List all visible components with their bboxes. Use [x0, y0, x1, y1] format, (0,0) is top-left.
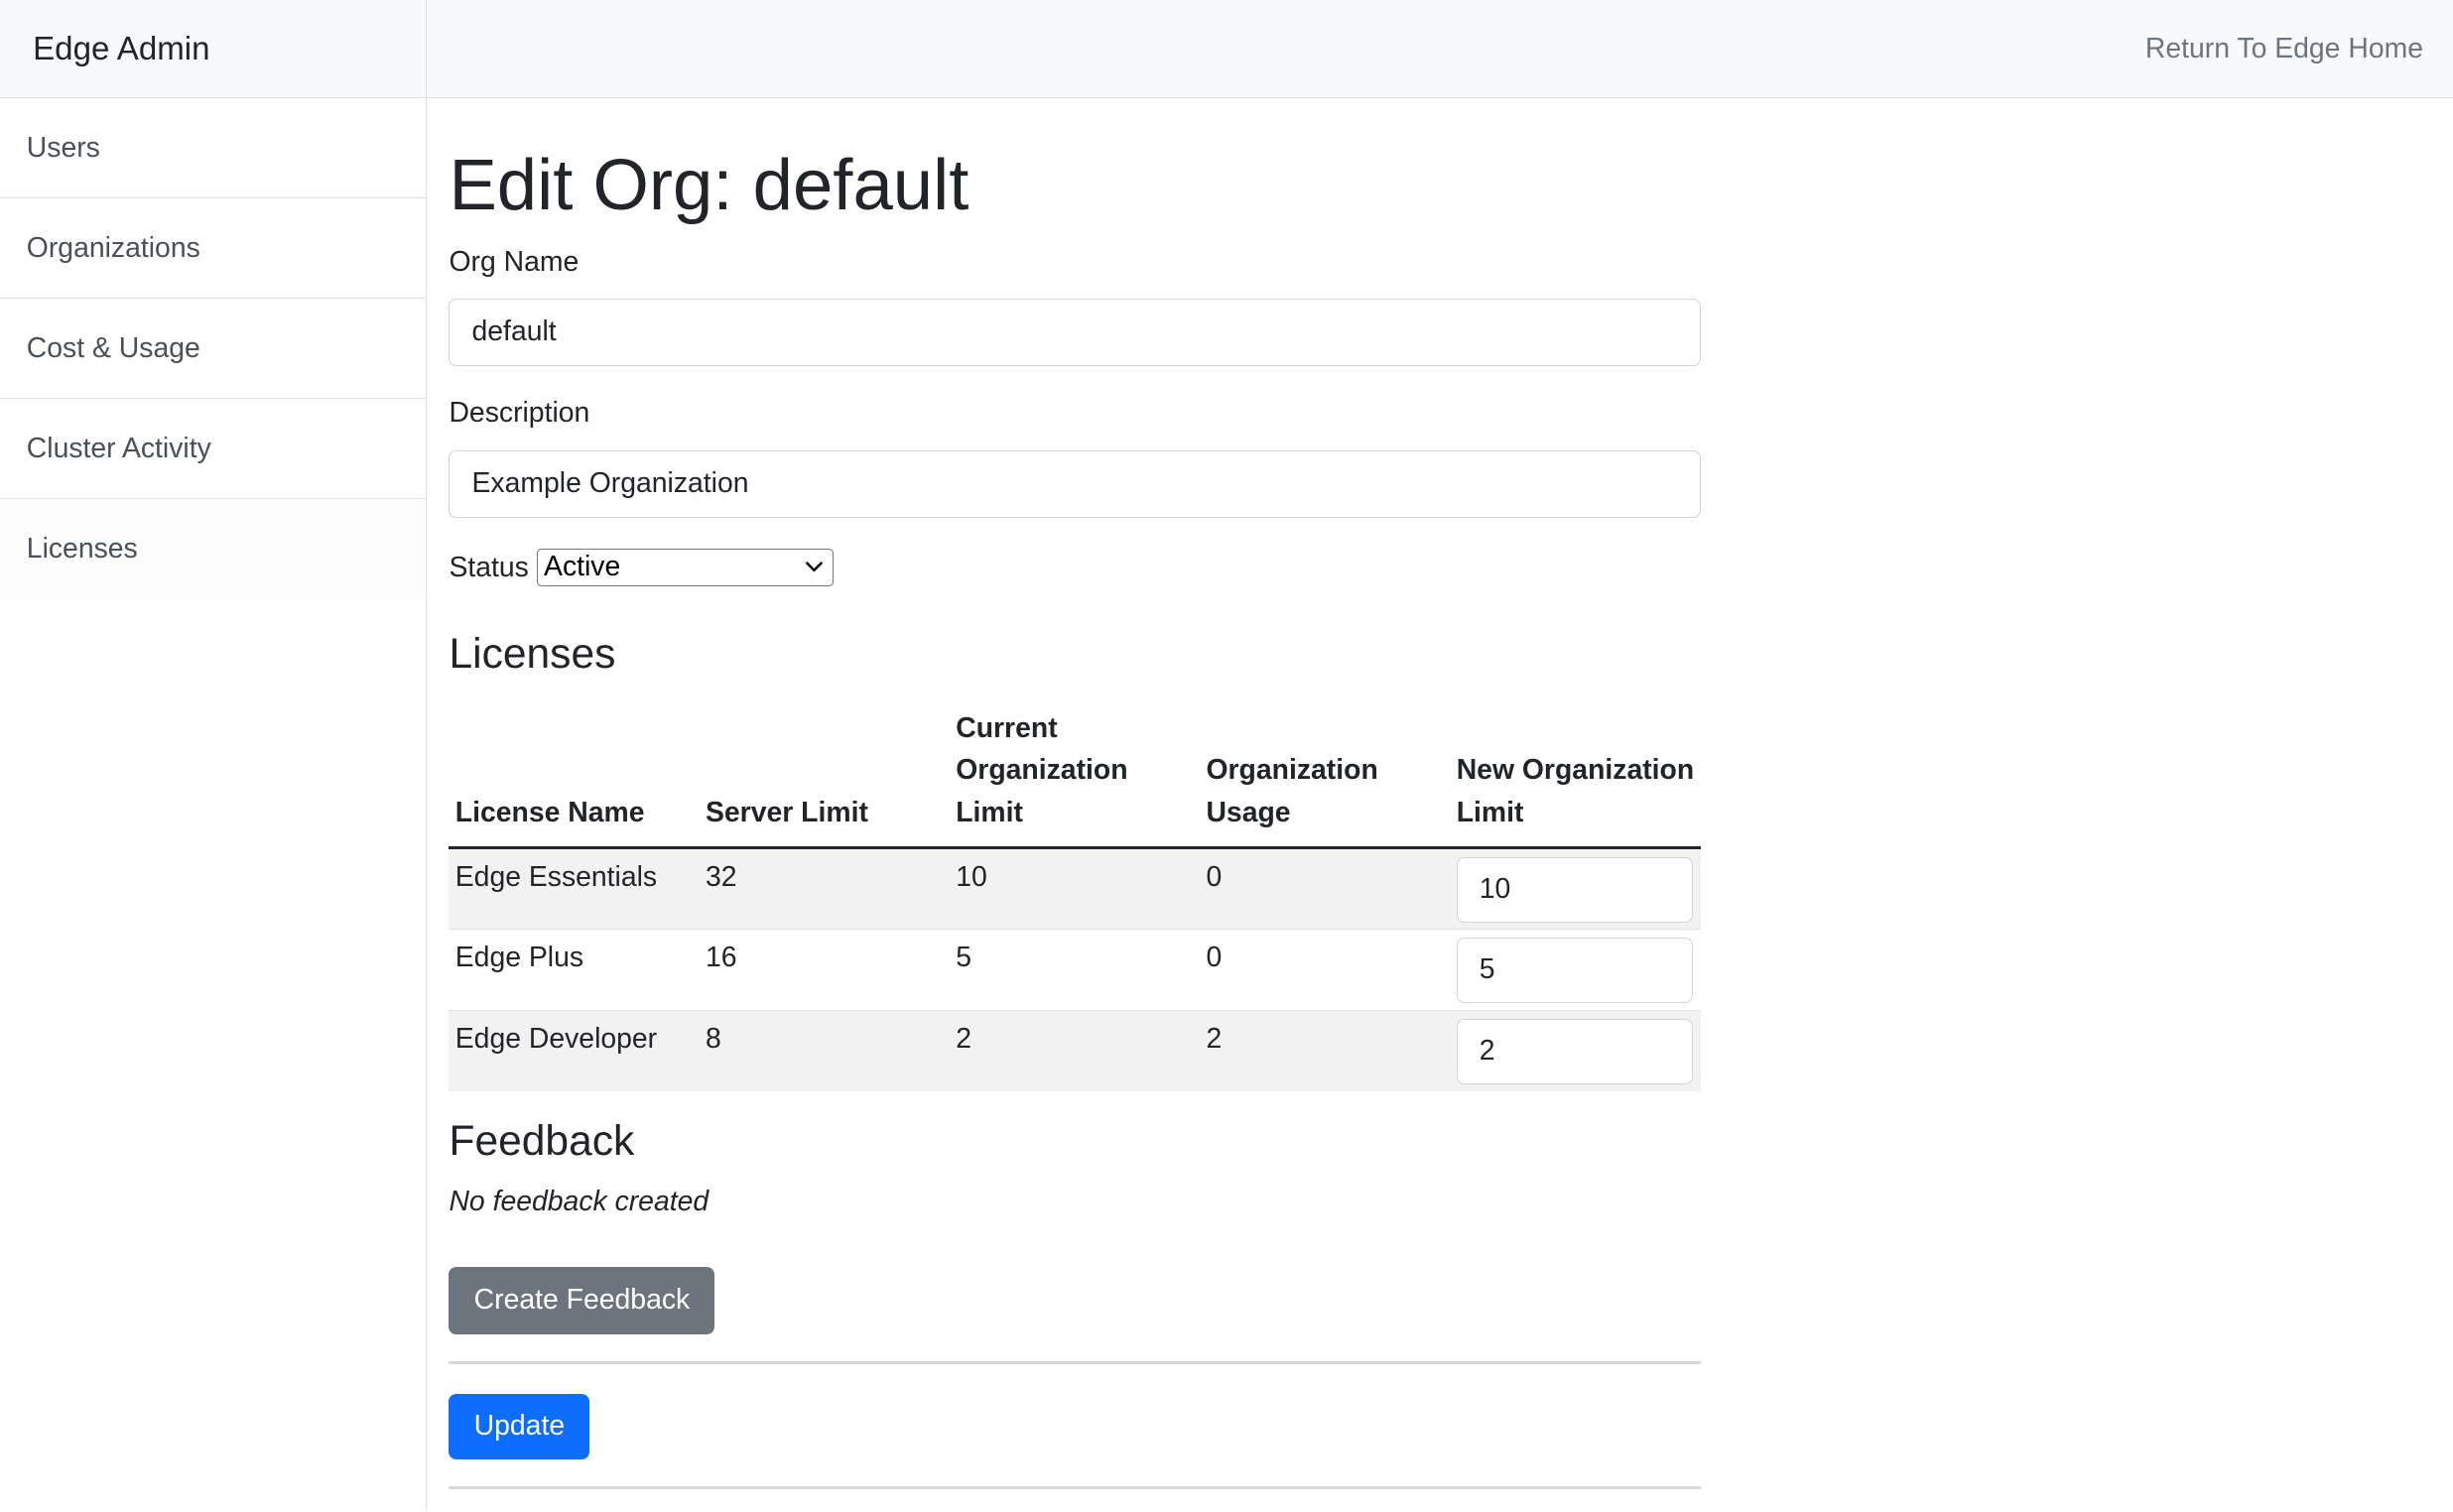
- server-limit-cell: 16: [705, 942, 737, 974]
- server-limit-cell: 8: [705, 1023, 721, 1056]
- current-limit-cell: 2: [956, 1023, 971, 1056]
- org-name-label: Org Name: [449, 245, 580, 278]
- sidebar-item-users[interactable]: Users: [0, 98, 427, 199]
- feedback-heading: Feedback: [449, 1116, 635, 1165]
- usage-cell: 0: [1206, 861, 1223, 894]
- create-feedback-button[interactable]: Create Feedback: [449, 1266, 715, 1334]
- table-row: Edge Developer 8 2 2: [449, 1009, 1701, 1092]
- table-row: Edge Plus 16 5 0: [449, 928, 1701, 1011]
- current-limit-cell: 5: [956, 942, 971, 974]
- usage-cell: 2: [1206, 1023, 1223, 1056]
- sidebar-item-cluster-activity[interactable]: Cluster Activity: [0, 398, 427, 499]
- column-header-current-org-limit: Current Organization Limit: [949, 706, 1201, 849]
- new-limit-input[interactable]: [1456, 1018, 1693, 1084]
- page-title: Edit Org: default: [449, 145, 969, 226]
- brand-title[interactable]: Edge Admin: [0, 0, 428, 99]
- column-header-org-usage: Organization Usage: [1200, 706, 1451, 849]
- description-input[interactable]: [449, 450, 1701, 518]
- status-select[interactable]: Active: [536, 549, 835, 587]
- feedback-empty-text: No feedback created: [449, 1185, 710, 1217]
- divider: [449, 1485, 1701, 1489]
- sidebar: Users Organizations Cost & Usage Cluster…: [0, 98, 428, 1511]
- license-name-cell: Edge Essentials: [454, 861, 658, 894]
- license-name-cell: Edge Plus: [454, 942, 584, 974]
- sidebar-item-licenses[interactable]: Licenses: [0, 498, 427, 599]
- status-select-value: Active: [544, 551, 621, 583]
- table-header-row: License Name Server Limit Current Organi…: [449, 706, 1701, 849]
- column-header-server-limit: Server Limit: [699, 706, 950, 849]
- licenses-table: License Name Server Limit Current Organi…: [449, 706, 1701, 1092]
- status-row: Status Active: [449, 548, 835, 588]
- org-name-input[interactable]: [449, 299, 1701, 366]
- usage-cell: 0: [1206, 942, 1223, 974]
- sidebar-item-cost-usage[interactable]: Cost & Usage: [0, 299, 427, 399]
- current-limit-cell: 10: [956, 861, 987, 894]
- new-limit-input[interactable]: [1456, 937, 1693, 1003]
- top-navbar: Edge Admin Return To Edge Home: [0, 0, 2453, 99]
- update-button[interactable]: Update: [449, 1393, 590, 1459]
- license-name-cell: Edge Developer: [454, 1023, 658, 1056]
- new-limit-input[interactable]: [1456, 856, 1693, 923]
- sidebar-item-organizations[interactable]: Organizations: [0, 198, 427, 300]
- status-label: Status: [449, 551, 529, 583]
- server-limit-cell: 32: [705, 861, 737, 894]
- column-header-new-org-limit: New Organization Limit: [1450, 706, 1701, 849]
- table-row: Edge Essentials 32 10 0: [449, 846, 1701, 930]
- licenses-heading: Licenses: [449, 630, 616, 679]
- chevron-down-icon: [805, 562, 824, 572]
- return-home-link[interactable]: Return To Edge Home: [2145, 0, 2423, 98]
- divider: [449, 1360, 1701, 1364]
- description-label: Description: [449, 397, 590, 430]
- column-header-license-name: License Name: [449, 706, 700, 849]
